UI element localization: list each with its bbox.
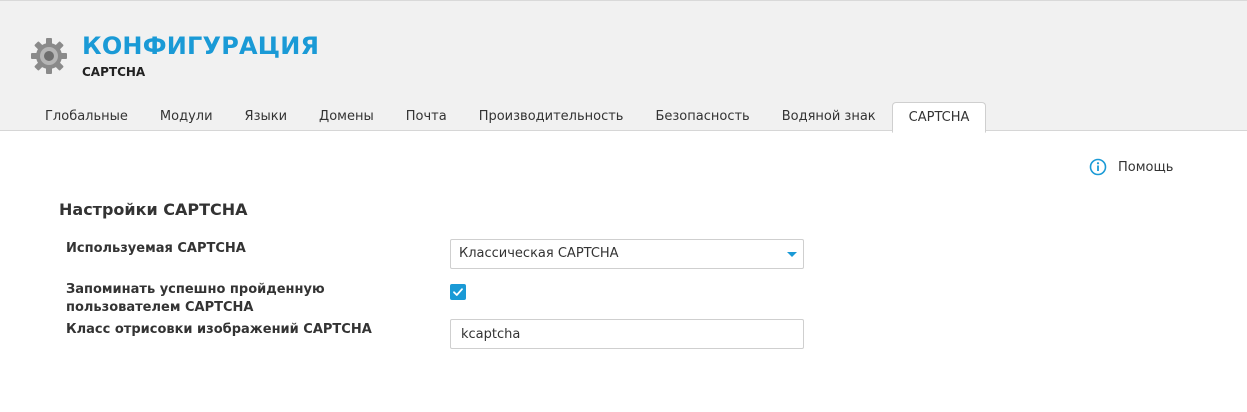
tab-domains[interactable]: Домены — [303, 102, 390, 132]
captcha-type-label: Используемая CAPTCHA — [66, 241, 246, 256]
remember-captcha-checkbox[interactable] — [450, 284, 466, 300]
tab-languages[interactable]: Языки — [229, 102, 304, 132]
tab-security[interactable]: Безопасность — [639, 102, 765, 132]
tab-watermark[interactable]: Водяной знак — [766, 102, 892, 132]
config-tabs: Глобальные Модули Языки Домены Почта Про… — [29, 102, 987, 133]
tab-mail[interactable]: Почта — [390, 102, 463, 132]
tab-performance[interactable]: Производительность — [463, 102, 640, 132]
checkmark-icon — [453, 288, 463, 296]
page-header: КОНФИГУРАЦИЯ CAPTCHA Глобальные Модули Я… — [0, 0, 1247, 133]
chevron-down-icon — [787, 252, 797, 257]
help-label: Помощь — [1118, 159, 1174, 175]
section-title: Настройки CAPTCHA — [59, 200, 248, 219]
tab-modules[interactable]: Модули — [144, 102, 229, 132]
render-class-input[interactable] — [450, 319, 804, 349]
info-icon — [1089, 158, 1107, 176]
captcha-type-select[interactable]: Классическая CAPTCHA — [450, 239, 804, 269]
tab-captcha[interactable]: CAPTCHA — [891, 102, 987, 133]
render-class-label: Класс отрисовки изображений CAPTCHA — [66, 322, 372, 337]
remember-captcha-label: Запоминать успешно пройденную пользовате… — [66, 282, 325, 315]
page-subtitle: CAPTCHA — [82, 65, 146, 79]
gear-icon — [31, 38, 67, 74]
captcha-type-value: Классическая CAPTCHA — [459, 246, 619, 261]
tab-global[interactable]: Глобальные — [29, 102, 144, 132]
help-link[interactable]: Помощь — [1089, 158, 1173, 176]
page-title: КОНФИГУРАЦИЯ — [82, 32, 320, 60]
